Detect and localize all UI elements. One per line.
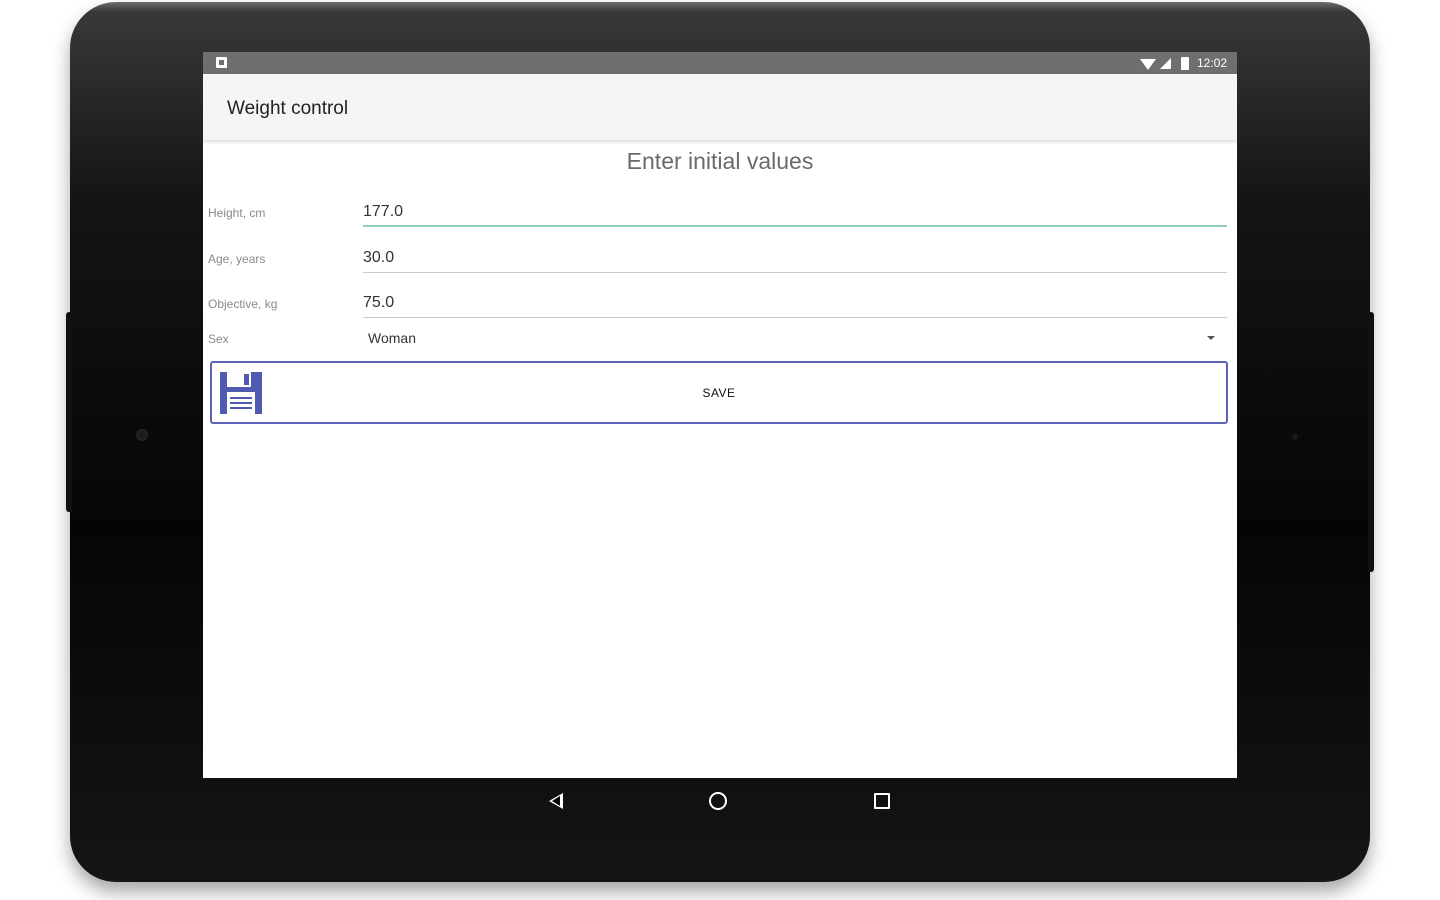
sensor-dot xyxy=(1292,434,1298,440)
sex-value: Woman xyxy=(368,330,416,346)
save-button[interactable]: SAVE xyxy=(210,361,1228,424)
height-value: 177.0 xyxy=(363,203,404,220)
objective-value: 75.0 xyxy=(363,294,395,311)
dropdown-arrow-icon[interactable] xyxy=(1207,336,1215,340)
tablet-side-button-left xyxy=(66,312,72,512)
status-time: 12:02 xyxy=(1196,56,1227,70)
age-label: Age, years xyxy=(208,252,266,266)
sex-label: Sex xyxy=(208,332,229,346)
home-icon[interactable] xyxy=(709,792,727,810)
objective-underline xyxy=(363,317,1227,318)
status-bar: 12:02 xyxy=(203,52,1237,74)
signal-icon xyxy=(1159,57,1171,69)
app-screen: 12:02 Weight control Enter initial value… xyxy=(203,52,1237,778)
age-input[interactable]: 30.0 xyxy=(363,247,1227,273)
battery-icon xyxy=(1180,56,1189,70)
age-underline xyxy=(363,272,1227,273)
navigation-bar xyxy=(203,778,1237,826)
recent-apps-icon[interactable] xyxy=(874,793,890,809)
tablet-side-button-right xyxy=(1368,312,1374,572)
app-title: Weight control xyxy=(227,98,349,119)
objective-label: Objective, kg xyxy=(208,297,278,311)
back-icon[interactable] xyxy=(549,793,563,809)
notification-icon xyxy=(216,57,227,68)
height-underline xyxy=(363,225,1227,227)
objective-input[interactable]: 75.0 xyxy=(363,292,1227,318)
age-value: 30.0 xyxy=(363,249,395,266)
save-button-label: SAVE xyxy=(702,386,736,400)
camera-icon xyxy=(136,429,148,441)
height-input[interactable]: 177.0 xyxy=(363,201,1227,227)
height-label: Height, cm xyxy=(208,206,266,220)
status-indicators: 12:02 xyxy=(1139,55,1227,71)
form-heading: Enter initial values xyxy=(626,148,814,174)
app-bar: Weight control xyxy=(203,74,1237,140)
sex-dropdown[interactable]: Woman xyxy=(363,330,1227,350)
wifi-icon xyxy=(1139,58,1156,70)
